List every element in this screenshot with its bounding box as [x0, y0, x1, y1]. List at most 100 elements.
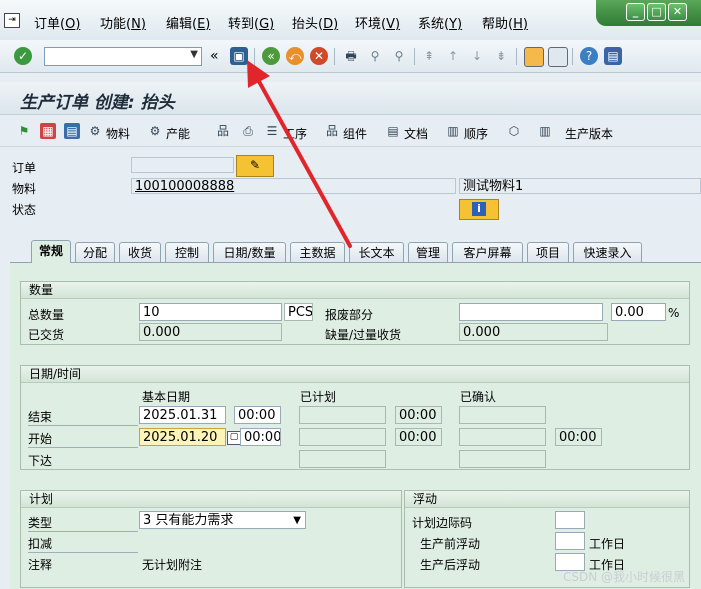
finish-date-input[interactable]: 2025.01.31	[139, 406, 226, 424]
toolbar-divider	[254, 48, 255, 65]
start-scheduled-date	[299, 428, 386, 446]
material-label: 物料	[12, 182, 37, 196]
find-next-icon[interactable]: ⚲	[390, 47, 408, 65]
command-field[interactable]: ▼	[44, 47, 202, 66]
next-page-icon[interactable]: ↓	[468, 47, 486, 65]
finish-label: 结束	[28, 408, 138, 426]
schedule-icon[interactable]: ▦	[40, 123, 56, 139]
capacity-icon[interactable]: ⚙	[147, 123, 163, 139]
production-version-button[interactable]: 生产版本	[565, 125, 613, 142]
calendar-picker-icon[interactable]: ▢	[227, 431, 241, 445]
exit-menu-icon[interactable]: ⇥	[4, 13, 20, 28]
start-time-input[interactable]: 00:00	[240, 428, 281, 446]
printer-icon[interactable]: ⎙	[240, 123, 256, 139]
document-button[interactable]: 文档	[404, 125, 428, 142]
info-button[interactable]: i	[459, 199, 499, 220]
cancel-icon[interactable]: ✕	[310, 47, 328, 65]
chevron-down-icon[interactable]: ▼	[190, 49, 198, 60]
hierarchy-icon[interactable]: 品	[215, 123, 231, 139]
menu-item-e[interactable]: 编辑(E)	[166, 13, 210, 32]
save-icon[interactable]: ▣	[230, 47, 248, 65]
minimize-icon[interactable]: _	[626, 3, 645, 21]
scheduled-header: 已计划	[300, 390, 337, 404]
calculator-icon[interactable]: ▤	[64, 123, 80, 139]
type-select[interactable]: 3 只有能力需求 ▼	[139, 511, 306, 529]
material-icon[interactable]: ⚙	[87, 123, 103, 139]
total-quantity-input[interactable]: 10	[139, 303, 282, 321]
scrap-percent-input[interactable]: 0.00	[611, 303, 666, 321]
edit-pencil-icon[interactable]: ✎	[236, 155, 274, 177]
help-icon[interactable]: ?	[580, 47, 598, 65]
document-icon[interactable]: ▤	[385, 123, 401, 139]
start-date-input[interactable]: 2025.01.20	[139, 428, 226, 446]
scrap-input[interactable]	[459, 303, 603, 321]
operation-icon[interactable]: ☰	[264, 123, 280, 139]
sequence-button[interactable]: 顺序	[464, 125, 488, 142]
tab-4[interactable]: 日期/数量	[213, 242, 286, 262]
tab-5[interactable]: 主数据	[290, 242, 345, 262]
sequence-icon[interactable]: ▥	[445, 123, 461, 139]
type-selected-value: 3 只有能力需求	[143, 513, 234, 528]
menu-item-o[interactable]: 订单(O)	[34, 13, 80, 32]
close-window-icon[interactable]: ✕	[668, 3, 687, 21]
material-description: 测试物料1	[459, 178, 701, 194]
customize-layout-icon[interactable]: ▤	[604, 47, 622, 65]
component-icon[interactable]: 品	[324, 123, 340, 139]
workday-unit-before: 工作日	[589, 537, 626, 551]
tab-9[interactable]: 项目	[527, 242, 569, 262]
delivered-label: 已交货	[28, 328, 65, 342]
info-icon: i	[472, 202, 486, 216]
planning-group-title: 计划	[21, 491, 401, 508]
tab-10[interactable]: 快速录入	[573, 242, 642, 262]
finish-scheduled-date	[299, 406, 386, 424]
tab-2[interactable]: 收货	[119, 242, 161, 262]
back-icon[interactable]: «	[262, 47, 280, 65]
start-label: 开始	[28, 430, 138, 448]
tab-3[interactable]: 控制	[165, 242, 209, 262]
reduction-label: 扣减	[28, 535, 138, 553]
total-quantity-label: 总数量	[28, 308, 65, 322]
component-button[interactable]: 组件	[343, 125, 367, 142]
window-controls: _ □ ✕	[596, 0, 701, 26]
menu-item-y[interactable]: 系统(Y)	[418, 13, 462, 32]
enter-check-icon[interactable]: ✓	[14, 47, 32, 65]
collapse-chevron-icon[interactable]: «	[210, 48, 219, 64]
chevron-down-icon[interactable]: ▼	[293, 512, 301, 528]
maximize-icon[interactable]: □	[647, 3, 666, 21]
status-label: 状态	[12, 203, 37, 217]
float-before-input[interactable]	[555, 532, 585, 550]
cube-icon[interactable]: ⬡	[506, 123, 522, 139]
last-page-icon[interactable]: ⇟	[492, 47, 510, 65]
menu-item-h[interactable]: 帮助(H)	[482, 13, 528, 32]
capacity-button[interactable]: 产能	[166, 125, 190, 142]
tab-7[interactable]: 管理	[408, 242, 448, 262]
shortcut-icon[interactable]	[548, 47, 568, 67]
exit-icon[interactable]: ⤺	[286, 47, 304, 65]
print-icon[interactable]: 🖶	[342, 47, 360, 65]
previous-page-icon[interactable]: ↑	[444, 47, 462, 65]
material-button[interactable]: 物料	[106, 125, 130, 142]
tab-8[interactable]: 客户屏幕	[452, 242, 523, 262]
production-version-icon[interactable]: ▥	[537, 123, 553, 139]
menu-item-n[interactable]: 功能(N)	[100, 13, 146, 32]
flag-icon[interactable]: ⚑	[16, 123, 32, 139]
finish-time-input[interactable]: 00:00	[234, 406, 281, 424]
new-session-icon[interactable]	[524, 47, 544, 67]
page-title: 生产订单 创建: 抬头	[20, 93, 175, 113]
menu-item-v[interactable]: 环境(V)	[355, 13, 400, 32]
title-bar: 生产订单 创建: 抬头	[0, 82, 701, 115]
finish-scheduled-time: 00:00	[395, 406, 442, 424]
first-page-icon[interactable]: ⇞	[420, 47, 438, 65]
tab-0[interactable]: 常规	[31, 240, 71, 263]
menu-item-d[interactable]: 抬头(D)	[292, 13, 338, 32]
sm-key-input[interactable]	[555, 511, 585, 529]
menu-item-g[interactable]: 转到(G)	[228, 13, 274, 32]
tab-6[interactable]: 长文本	[349, 242, 404, 262]
operation-button[interactable]: 工序	[283, 125, 307, 142]
release-scheduled-date	[299, 450, 386, 468]
unit-field[interactable]: PCS	[284, 303, 313, 321]
watermark: CSDN @我小时候很黑	[563, 570, 686, 584]
order-label: 订单	[12, 161, 37, 175]
tab-1[interactable]: 分配	[75, 242, 115, 262]
find-icon[interactable]: ⚲	[366, 47, 384, 65]
